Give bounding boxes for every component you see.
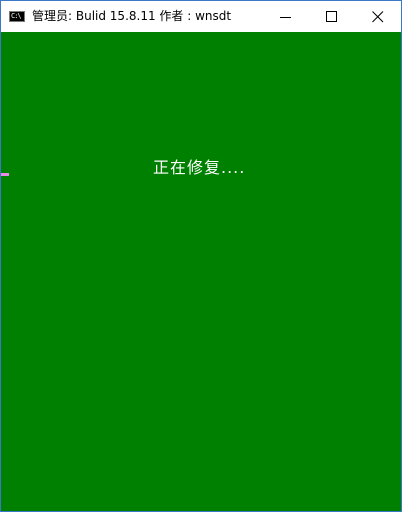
close-button[interactable] <box>355 1 401 32</box>
maximize-button[interactable] <box>309 1 355 32</box>
maximize-icon <box>326 11 337 22</box>
repair-status-text: 正在修复.... <box>153 158 246 177</box>
console-icon-text: C:\ <box>11 12 22 20</box>
console-icon[interactable]: C:\ <box>9 11 25 22</box>
title-bar[interactable]: C:\ 管理员: Bulid 15.8.11 作者 : wnsdt <box>1 1 401 32</box>
edge-marker <box>1 173 9 176</box>
minimize-icon <box>280 17 291 18</box>
minimize-button[interactable] <box>263 1 309 32</box>
console-area[interactable]: 正在修复.... <box>1 32 401 511</box>
window-title: 管理员: Bulid 15.8.11 作者 : wnsdt <box>32 9 232 23</box>
console-window: C:\ 管理员: Bulid 15.8.11 作者 : wnsdt 正在修复..… <box>0 0 402 512</box>
close-icon <box>372 11 384 23</box>
